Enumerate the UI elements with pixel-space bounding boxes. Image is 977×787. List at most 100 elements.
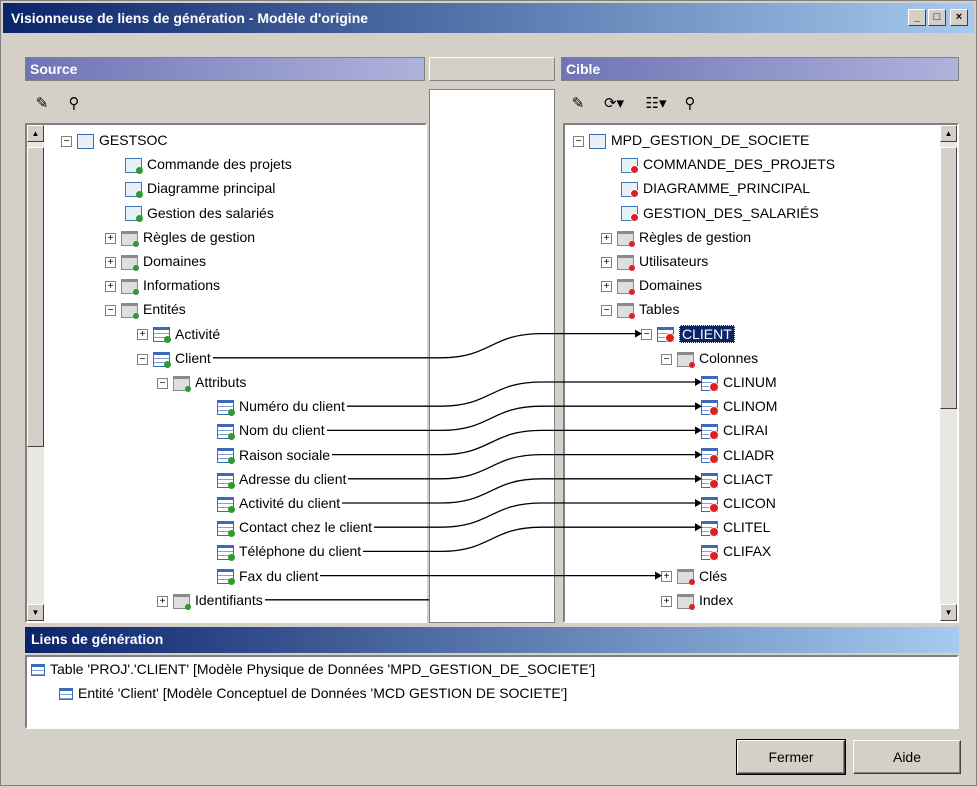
scroll-down-button[interactable]: ▼ (27, 604, 44, 621)
expand-icon[interactable]: + (157, 595, 168, 607)
collapse-icon[interactable]: − (601, 305, 612, 317)
source-tree-node[interactable]: Gestion des salariés (125, 202, 274, 224)
expand-icon[interactable]: + (601, 256, 612, 268)
close-button[interactable]: Fermer (736, 739, 846, 775)
expand-icon[interactable]: + (105, 280, 116, 292)
target-tree-node[interactable]: + Utilisateurs (601, 250, 708, 272)
collapse-icon[interactable]: − (661, 353, 672, 365)
node-label: Utilisateurs (639, 253, 709, 269)
target-tree-node[interactable]: CLITEL (701, 516, 770, 538)
target-tree-node[interactable]: GESTION_DES_SALARIÉS (621, 202, 819, 224)
collapse-icon[interactable]: − (137, 353, 148, 365)
source-tree-node[interactable]: Fax du client (217, 565, 318, 587)
column-icon (701, 545, 719, 562)
target-tree-node[interactable]: CLICON (701, 492, 776, 514)
target-tree-node[interactable]: − MPD_GESTION_DE_SOCIETE (573, 129, 809, 151)
target-tree-node[interactable]: DIAGRAMME_PRINCIPAL (621, 177, 810, 199)
scroll-down-button[interactable]: ▼ (940, 604, 957, 621)
expand-icon[interactable]: + (105, 256, 116, 268)
expand-icon[interactable]: + (601, 232, 612, 244)
target-tree-node[interactable]: CLIFAX (701, 540, 771, 562)
source-tree-node[interactable]: + Informations (105, 274, 220, 296)
source-tree-node[interactable]: Contact chez le client (217, 516, 372, 538)
close-window-button[interactable]: × (950, 9, 968, 26)
target-tree[interactable]: − MPD_GESTION_DE_SOCIETE COMMANDE_DES_PROJ… (563, 123, 959, 623)
collapse-icon[interactable]: − (157, 377, 168, 389)
target-tree-node[interactable]: CLIACT (701, 468, 773, 490)
source-tree-node[interactable]: + Domaines (105, 250, 206, 272)
source-tree-node[interactable]: Commande des projets (125, 153, 292, 175)
scroll-thumb[interactable] (940, 147, 957, 409)
column-icon (701, 424, 719, 441)
node-label: CLITEL (723, 519, 771, 536)
diagram-icon (125, 206, 143, 223)
column-icon (701, 375, 719, 392)
target-tree-node[interactable]: − Colonnes (661, 347, 758, 369)
link-item[interactable]: Entité 'Client' [Modèle Conceptuel de Do… (59, 683, 567, 703)
source-tree-node[interactable]: Nom du client (217, 419, 325, 441)
generate-icon[interactable]: ⟳▾ (597, 93, 631, 115)
node-label: Contact chez le client (239, 519, 373, 536)
source-scrollbar[interactable]: ▲ ▼ (27, 125, 44, 621)
target-tree-node[interactable]: + Règles de gestion (601, 226, 751, 248)
source-tree-node[interactable]: − GESTSOC (61, 129, 167, 151)
expand-icon[interactable]: + (137, 329, 148, 341)
collapse-icon[interactable]: − (61, 135, 72, 147)
target-scrollbar[interactable]: ▲ ▼ (940, 125, 957, 621)
target-tree-node[interactable]: CLINOM (701, 395, 777, 417)
node-label: Colonnes (699, 349, 759, 366)
node-label: Tables (639, 301, 680, 318)
target-tree-node[interactable]: CLIADR (701, 444, 774, 466)
diagram-icon (125, 182, 143, 199)
properties-icon[interactable]: ✎ (31, 93, 53, 115)
properties-icon[interactable]: ✎ (567, 93, 589, 115)
source-tree-node[interactable]: − Client (137, 347, 211, 369)
target-tree-node[interactable]: − CLIENT (641, 323, 735, 345)
expand-icon[interactable]: + (661, 571, 672, 583)
source-tree-node[interactable]: Adresse du client (217, 468, 346, 490)
maximize-button[interactable]: □ (928, 9, 946, 26)
source-tree-node[interactable]: + Activité (137, 323, 220, 345)
target-tree-node[interactable]: + Index (661, 589, 733, 611)
link-item[interactable]: Table 'PROJ'.'CLIENT' [Modèle Physique d… (31, 659, 595, 679)
scroll-up-button[interactable]: ▲ (27, 125, 44, 142)
expand-icon[interactable]: + (601, 280, 612, 292)
collapse-icon[interactable]: − (641, 329, 652, 341)
column-icon (701, 399, 719, 416)
attribute-icon (217, 448, 235, 465)
source-tree-node[interactable]: Raison sociale (217, 444, 330, 466)
report-icon[interactable]: ☷▾ (639, 93, 673, 115)
source-toolbar: ✎ ⚲ (25, 89, 425, 117)
source-tree-node[interactable]: Diagramme principal (125, 177, 275, 199)
minimize-button[interactable]: _ (908, 9, 926, 26)
expand-icon[interactable]: + (661, 595, 672, 607)
target-tree-node[interactable]: − Tables (601, 298, 679, 320)
source-tree-node[interactable]: − Entités (105, 298, 186, 320)
source-tree-node[interactable]: + Identifiants (157, 589, 263, 611)
help-button[interactable]: Aide (853, 740, 961, 774)
source-tree-node[interactable]: Numéro du client (217, 395, 345, 417)
find-icon[interactable]: ⚲ (679, 93, 701, 115)
node-label: Informations (143, 277, 221, 294)
target-tree-node[interactable]: + Domaines (601, 274, 702, 296)
source-tree[interactable]: ▲ ▼ − GESTSOC Commande des projets Diagramm… (25, 123, 427, 623)
source-tree-node[interactable]: + Règles de gestion (105, 226, 255, 248)
column-icon (701, 448, 719, 465)
find-icon[interactable]: ⚲ (63, 93, 85, 115)
source-tree-node[interactable]: Téléphone du client (217, 540, 361, 562)
model-icon (589, 133, 606, 149)
target-tree-node[interactable]: COMMANDE_DES_PROJETS (621, 153, 835, 175)
scroll-up-button[interactable]: ▲ (940, 125, 957, 142)
generation-links-list[interactable]: Table 'PROJ'.'CLIENT' [Modèle Physique d… (25, 655, 959, 729)
scroll-thumb[interactable] (27, 147, 44, 447)
expand-icon[interactable]: + (105, 232, 116, 244)
source-tree-node[interactable]: − Attributs (157, 371, 246, 393)
folder-icon (677, 351, 695, 368)
collapse-icon[interactable]: − (105, 305, 116, 317)
node-label: Entités (143, 301, 186, 318)
target-tree-node[interactable]: CLIRAI (701, 419, 768, 441)
target-tree-node[interactable]: + Clés (661, 565, 727, 587)
source-tree-node[interactable]: Activité du client (217, 492, 340, 514)
collapse-icon[interactable]: − (573, 135, 584, 147)
target-tree-node[interactable]: CLINUM (701, 371, 777, 393)
